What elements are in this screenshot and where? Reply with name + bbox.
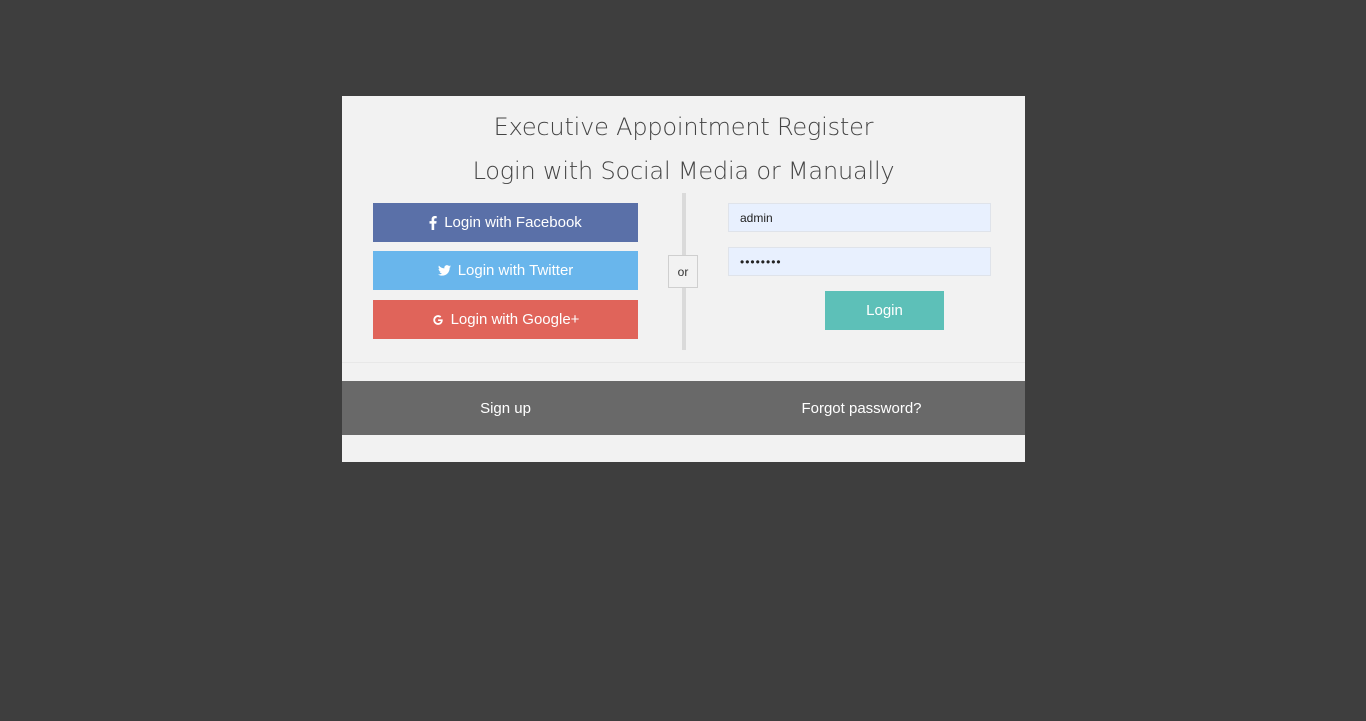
forgot-password-link[interactable]: Forgot password?	[698, 381, 1025, 435]
twitter-login-label: Login with Twitter	[457, 262, 574, 279]
facebook-login-button[interactable]: Login with Facebook	[373, 203, 638, 242]
twitter-login-button[interactable]: Login with Twitter	[373, 251, 638, 290]
google-login-button[interactable]: Login with Google+	[373, 300, 638, 339]
twitter-icon	[437, 265, 451, 276]
google-icon	[432, 314, 444, 326]
or-separator: or	[668, 255, 698, 288]
signup-link[interactable]: Sign up	[342, 381, 669, 435]
username-input[interactable]	[728, 203, 991, 232]
google-login-label: Login with Google+	[450, 311, 580, 328]
section-divider	[342, 362, 1025, 363]
page-title: Executive Appointment Register	[493, 113, 874, 141]
login-card: Executive Appointment Register Login wit…	[342, 96, 1025, 462]
facebook-login-label: Login with Facebook	[444, 214, 582, 231]
footer-bar: Sign up Forgot password?	[342, 381, 1025, 435]
facebook-icon	[429, 215, 437, 230]
page-subtitle: Login with Social Media or Manually	[472, 157, 895, 185]
password-input[interactable]	[728, 247, 991, 276]
login-button[interactable]: Login	[825, 291, 944, 330]
